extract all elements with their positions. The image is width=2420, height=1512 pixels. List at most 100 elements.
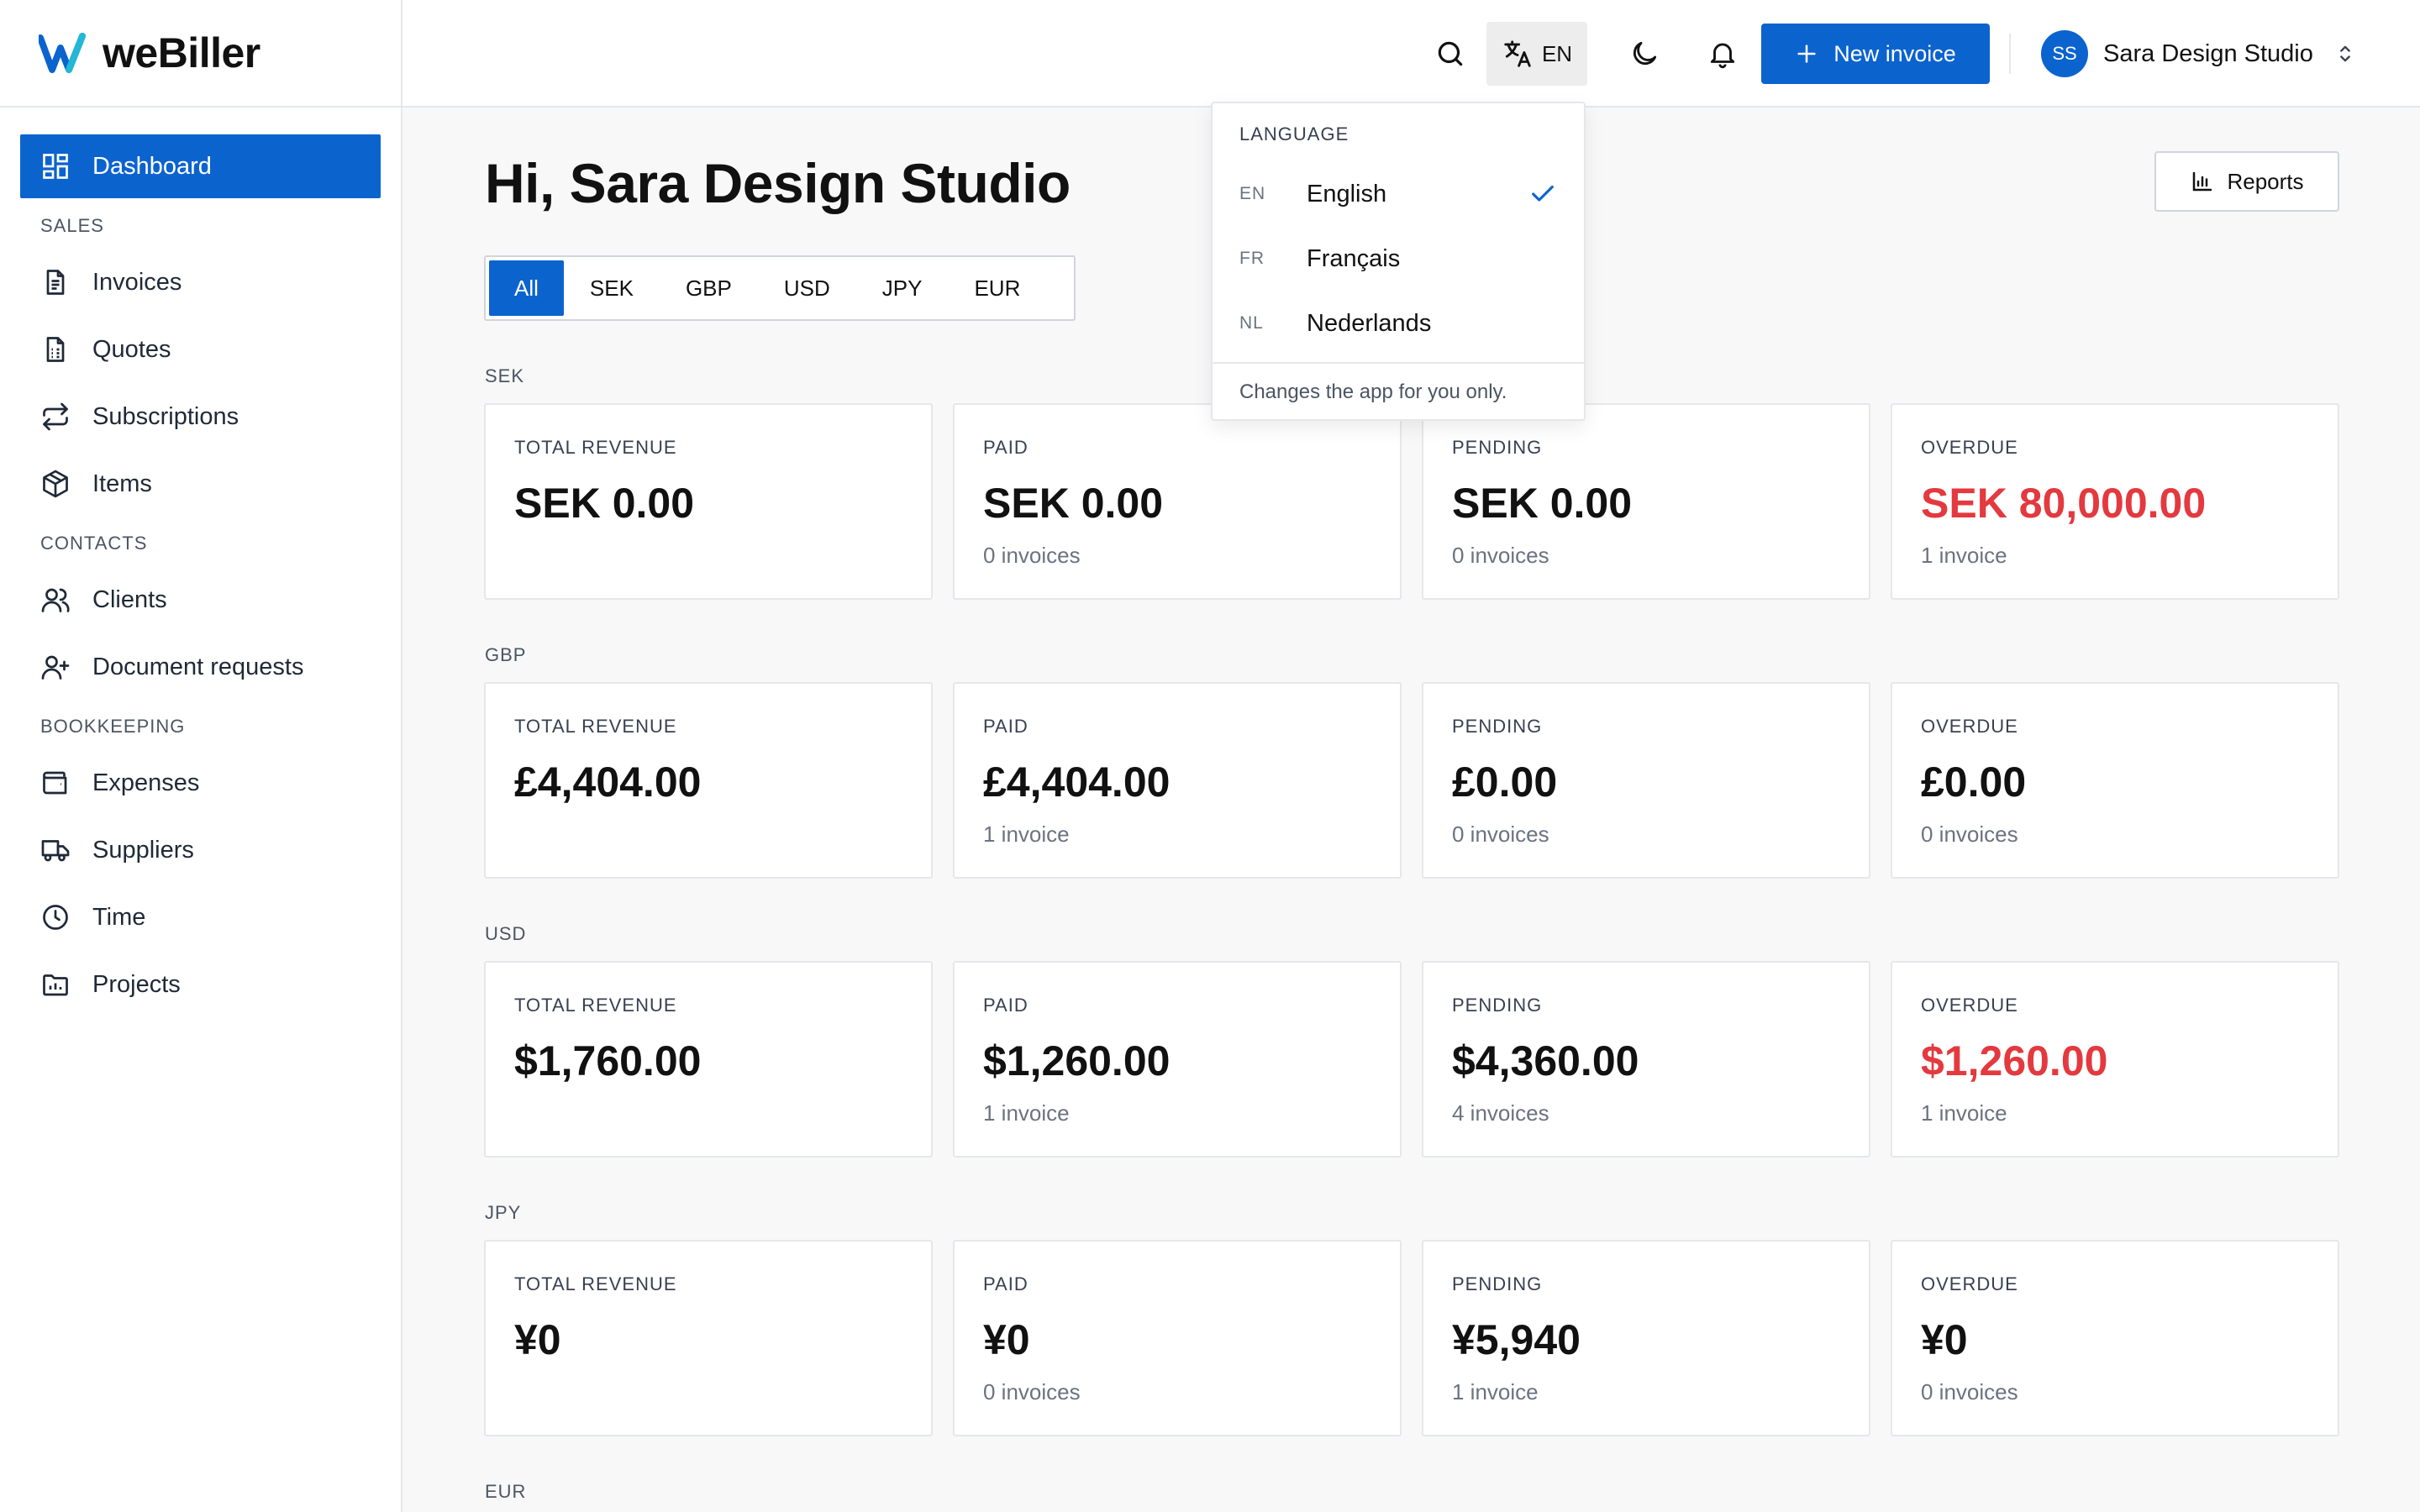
card-value: $1,760.00 [514,1037,702,1084]
card-count: 4 invoices [1452,1100,1549,1126]
language-code: NL [1239,313,1264,333]
sidebar-item-suppliers[interactable]: Suppliers [20,818,381,882]
tab-usd[interactable]: USD [758,260,856,316]
overdue-card: OVERDUE $1,260.00 1 invoice [1891,961,2339,1158]
language-menu-title: LANGUAGE [1239,123,1349,144]
sidebar-item-label: Document requests [92,653,304,680]
sidebar-item-label: Dashboard [92,152,212,180]
avatar: SS [2041,30,2088,77]
card-value: £4,404.00 [514,759,702,806]
overdue-card: OVERDUE ¥0 0 invoices [1891,1240,2339,1436]
clock-icon [40,902,71,932]
card-count: 1 invoice [1921,543,2007,568]
users-icon [40,585,71,615]
sidebar-section-bookkeeping: BOOKKEEPING [40,716,186,737]
card-label: PAID [983,716,1028,737]
language-option-fr[interactable]: FR Français [1213,227,1584,291]
card-label: PENDING [1452,1273,1543,1294]
sidebar-item-clients[interactable]: Clients [20,568,381,632]
folder-chart-icon [40,969,71,1000]
sidebar-item-label: Invoices [92,268,182,296]
paid-card: PAID ¥0 0 invoices [953,1240,1402,1436]
paid-card: PAID SEK 0.00 0 invoices [953,403,1402,600]
currency-section-label: USD [485,923,527,944]
sidebar-item-projects[interactable]: Projects [20,953,381,1016]
currency-section-label: JPY [485,1202,522,1223]
sidebar-item-document-requests[interactable]: Document requests [20,635,381,699]
theme-toggle[interactable] [1612,22,1676,86]
user-plus-icon [40,652,71,682]
sidebar-section-contacts: CONTACTS [40,533,148,554]
card-label: TOTAL REVENUE [514,1273,677,1294]
overdue-card: OVERDUE SEK 80,000.00 1 invoice [1891,403,2339,600]
card-label: OVERDUE [1921,1273,2018,1294]
sidebar-item-label: Time [92,903,146,931]
sidebar-item-label: Items [92,470,152,497]
sidebar-item-expenses[interactable]: Expenses [20,751,381,815]
tab-all[interactable]: All [489,260,564,316]
card-label: TOTAL REVENUE [514,716,677,737]
language-name: English [1307,180,1387,207]
card-count: 0 invoices [1452,822,1549,847]
quote-icon [40,334,71,365]
reports-button[interactable]: Reports [2154,151,2339,212]
language-menu: LANGUAGE EN English FR Français NL Neder… [1211,102,1586,421]
card-label: PENDING [1452,437,1543,458]
paid-card: PAID £4,404.00 1 invoice [953,682,1402,879]
card-value: $4,360.00 [1452,1037,1639,1084]
account-switcher[interactable]: SS Sara Design Studio [2041,29,2357,79]
card-count: 0 invoices [1921,822,2018,847]
card-label: OVERDUE [1921,716,2018,737]
card-label: TOTAL REVENUE [514,995,677,1016]
pending-card: PENDING $4,360.00 4 invoices [1422,961,1870,1158]
currency-section-label: SEK [485,365,525,386]
pending-card: PENDING ¥5,940 1 invoice [1422,1240,1870,1436]
chevron-up-down-icon [2340,45,2350,62]
sidebar-item-quotes[interactable]: Quotes [20,318,381,381]
sidebar-item-label: Expenses [92,769,200,796]
plus-icon [1797,45,1816,63]
card-count: 1 invoice [983,822,1070,847]
sidebar-item-invoices[interactable]: Invoices [20,250,381,314]
tab-sek[interactable]: SEK [564,260,660,316]
sidebar-item-time[interactable]: Time [20,885,381,949]
logo[interactable]: weBiller [0,0,401,108]
tab-gbp[interactable]: GBP [660,260,758,316]
tab-eur[interactable]: EUR [948,260,1046,316]
card-count: 0 invoices [983,1379,1081,1404]
card-count: 0 invoices [1452,543,1549,568]
new-invoice-label: New invoice [1833,40,1956,66]
sidebar-item-label: Projects [92,970,181,998]
currency-tabs: All SEK GBP USD JPY EUR [484,255,1076,321]
card-value: ¥0 [514,1316,561,1363]
dashboard-icon [40,151,71,181]
sidebar-item-subscriptions[interactable]: Subscriptions [20,385,381,449]
new-invoice-button[interactable]: New invoice [1761,24,1990,84]
currency-section-label: GBP [485,644,527,665]
page-title: Hi, Sara Design Studio [485,152,1071,214]
webiller-logo-icon [39,33,86,73]
translate-icon [1504,40,1531,67]
repeat-icon [40,402,71,432]
search-button[interactable] [1418,22,1482,86]
language-button[interactable]: EN [1486,22,1587,86]
language-name: Français [1307,244,1401,272]
sidebar-item-items[interactable]: Items [20,452,381,516]
card-value: SEK 0.00 [1452,480,1633,527]
card-value: $1,260.00 [1921,1037,2108,1084]
sidebar-item-dashboard[interactable]: Dashboard [20,134,381,198]
card-label: TOTAL REVENUE [514,437,677,458]
card-value: £0.00 [1452,759,1558,806]
card-label: PENDING [1452,716,1543,737]
tab-jpy[interactable]: JPY [856,260,949,316]
language-code: EN [1239,184,1266,203]
account-name: Sara Design Studio [2103,39,2313,67]
invoice-icon [40,267,71,297]
card-value: ¥0 [1921,1316,1968,1363]
card-value: £4,404.00 [983,759,1171,806]
notifications-button[interactable] [1691,22,1754,86]
language-option-nl[interactable]: NL Nederlands [1213,291,1584,355]
card-label: OVERDUE [1921,437,2018,458]
language-option-en[interactable]: EN English [1213,162,1584,226]
card-count: 1 invoice [1452,1379,1539,1404]
